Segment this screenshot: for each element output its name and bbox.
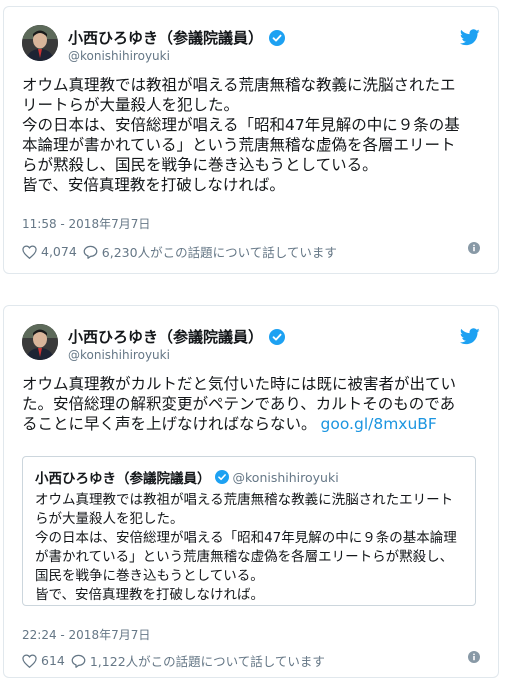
tweet-card-2: 小西ひろゆき（参議院議員） @konishihiroyuki オウム真理教がカル… — [3, 305, 499, 678]
info-icon[interactable] — [468, 651, 480, 666]
like-button[interactable]: 4,074 — [22, 244, 77, 259]
tweet-text-line: らが黙殺し、国民を戦争に巻き込もうとしている。 — [22, 156, 378, 174]
quoted-text: オウム真理教では教祖が唱える荒唐無稽な教義に洗脳されたエリート らが大量殺人を犯… — [35, 491, 463, 605]
quoted-author-line: 小西ひろゆき（参議院議員） @konishihiroyuki — [35, 467, 463, 488]
quoted-text-line: 国民を戦争に巻き込もうとしている。 — [35, 568, 264, 584]
tweet-card-1: 小西ひろゆき（参議院議員） @konishihiroyuki オウム真理教では教… — [3, 6, 499, 274]
tweet-text-line: 本論理が書かれている」という荒唐無稽な虚偽を各層エリート — [22, 136, 456, 154]
quoted-display-name[interactable]: 小西ひろゆき（参議院議員） — [35, 467, 211, 487]
timestamp[interactable]: 22:24 - 2018年7月7日 — [22, 626, 150, 643]
display-name[interactable]: 小西ひろゆき（参議院議員） — [68, 326, 263, 347]
tweet-text-line: オウム真理教では教祖が唱える荒唐無稽な教義に洗脳されたエ — [22, 76, 456, 94]
reply-button[interactable]: 6,230人がこの話題について話しています — [83, 242, 337, 261]
tweet-text-line: 皆で、安倍真理教を打破しなければ。 — [22, 176, 285, 194]
heart-icon — [22, 244, 37, 259]
reply-count: 6,230人がこの話題について話しています — [101, 245, 337, 260]
quoted-text-line: らが大量殺人を犯した。 — [35, 511, 184, 527]
like-count: 4,074 — [41, 244, 77, 259]
twitter-bird-icon[interactable] — [459, 328, 480, 349]
reply-button[interactable]: 1,122人がこの話題について話しています — [71, 651, 325, 670]
quoted-tweet[interactable]: 小西ひろゆき（参議院議員） @konishihiroyuki オウム真理教では教… — [22, 456, 476, 606]
verified-badge-icon — [269, 328, 286, 345]
display-name[interactable]: 小西ひろゆき（参議院議員） — [68, 27, 263, 48]
tweet-text-line: 今の日本は、安倍総理が唱える「昭和47年見解の中に９条の基 — [22, 116, 460, 134]
verified-badge-icon — [214, 470, 229, 484]
verified-badge-icon — [269, 29, 286, 46]
twitter-bird-icon[interactable] — [459, 29, 480, 50]
quoted-handle[interactable]: @konishihiroyuki — [233, 470, 339, 485]
tweet-text-line: ることに早く声を上げなければならない。 goo.gl/8mxuBF — [22, 414, 484, 434]
timestamp[interactable]: 11:58 - 2018年7月7日 — [22, 215, 150, 232]
reply-count: 1,122人がこの話題について話しています — [89, 654, 325, 669]
author-line: 小西ひろゆき（参議院議員） — [68, 326, 286, 347]
tweet-text: オウム真理教がカルトだと気付いた時には既に被害者が出てい た。安倍総理の解釈変更… — [22, 374, 484, 434]
avatar[interactable] — [22, 25, 58, 61]
quoted-text-line: が書かれている」という荒唐無稽な虚偽を各層エリートらが黙殺し、 — [35, 549, 454, 565]
quoted-text-line: 皆で、安倍真理教を打破しなければ。 — [35, 587, 264, 603]
reply-bubble-icon — [71, 654, 86, 668]
action-bar: 4,074 6,230人がこの話題について話しています — [22, 242, 480, 261]
quoted-text-line: 今の日本は、安倍総理が唱える「昭和47年見解の中に９条の基本論理 — [35, 530, 457, 546]
tweet-text-line: た。安倍総理の解釈変更がペテンであり、カルトそのものであ — [22, 395, 456, 413]
heart-icon — [22, 653, 37, 668]
reply-bubble-icon — [83, 245, 98, 259]
tweet-text-line: リートらが大量殺人を犯した。 — [22, 96, 240, 114]
quoted-text-line: オウム真理教では教祖が唱える荒唐無稽な教義に洗脳されたエリート — [35, 492, 454, 508]
author-line: 小西ひろゆき（参議院議員） — [68, 27, 286, 48]
info-icon[interactable] — [468, 242, 480, 257]
tweet-text-line: オウム真理教がカルトだと気付いた時には既に被害者が出てい — [22, 375, 457, 393]
tweet-link[interactable]: goo.gl/8mxuBF — [321, 415, 437, 433]
avatar[interactable] — [22, 324, 58, 360]
tweet-text: オウム真理教では教祖が唱える荒唐無稽な教義に洗脳されたエ リートらが大量殺人を犯… — [22, 75, 484, 195]
like-button[interactable]: 614 — [22, 653, 65, 668]
like-count: 614 — [41, 653, 65, 668]
action-bar: 614 1,122人がこの話題について話しています — [22, 651, 480, 670]
handle[interactable]: @konishihiroyuki — [68, 348, 170, 362]
tweet-text-fragment: ることに早く声を上げなければならない。 — [22, 415, 317, 433]
handle[interactable]: @konishihiroyuki — [68, 49, 170, 63]
